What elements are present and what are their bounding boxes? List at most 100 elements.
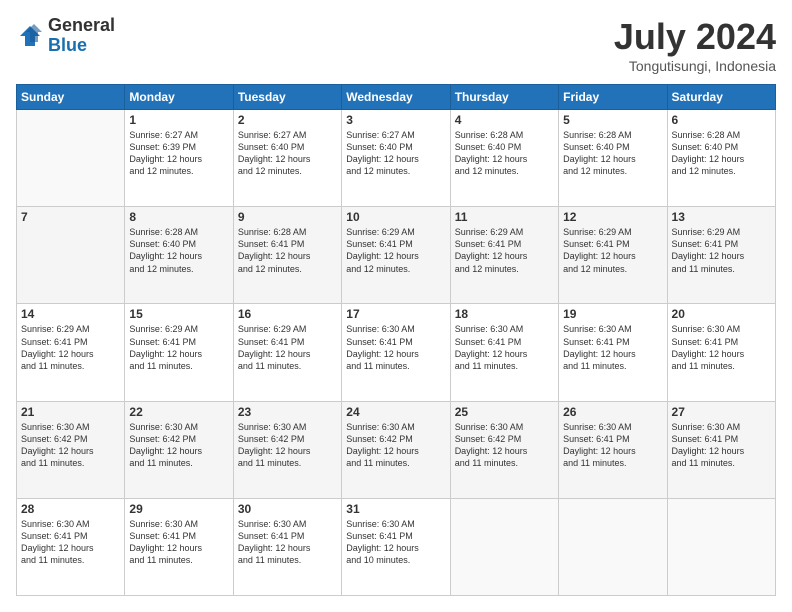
- calendar-cell: 25Sunrise: 6:30 AM Sunset: 6:42 PM Dayli…: [450, 401, 558, 498]
- calendar-cell: 29Sunrise: 6:30 AM Sunset: 6:41 PM Dayli…: [125, 498, 233, 595]
- day-info: Sunrise: 6:30 AM Sunset: 6:41 PM Dayligh…: [672, 421, 771, 470]
- calendar-cell: 21 Sunrise: 6:30 AM Sunset: 6:42 PM Dayli…: [17, 401, 125, 498]
- day-number: 16: [238, 307, 337, 321]
- calendar-cell: 16 Sunrise: 6:29 AM Sunset: 6:41 PM Dayli…: [233, 304, 341, 401]
- calendar-cell: 7: [17, 207, 125, 304]
- calendar-cell: 6 Sunrise: 6:28 AM Sunset: 6:40 PM Daylig…: [667, 110, 775, 207]
- day-number: 1: [129, 113, 228, 127]
- day-info: Sunrise: 6:28 AM Sunset: 6:40 PM Dayligh…: [455, 129, 554, 178]
- day-info: Sunrise: 6:29 AM Sunset: 6:41 PM Dayligh…: [21, 323, 120, 372]
- calendar-cell: 27 Sunrise: 6:30 AM Sunset: 6:41 PM Dayli…: [667, 401, 775, 498]
- calendar-cell: 30 Sunrise: 6:30 AM Sunset: 6:41 PM Dayli…: [233, 498, 341, 595]
- calendar-cell: 2 Sunrise: 6:27 AM Sunset: 6:40 PM Daylig…: [233, 110, 341, 207]
- day-info: Sunrise: 6:30 AM Sunset: 6:41 PM Dayligh…: [563, 421, 662, 470]
- calendar-week-row: 14 Sunrise: 6:29 AM Sunset: 6:41 PM Dayli…: [17, 304, 776, 401]
- calendar-week-row: 7 8Sunrise: 6:28 AM Sunset: 6:40 PM Dayli…: [17, 207, 776, 304]
- logo-text: General Blue: [48, 16, 115, 56]
- day-number: 7: [21, 210, 120, 224]
- day-info: Sunrise: 6:30 AM Sunset: 6:41 PM Dayligh…: [238, 518, 337, 567]
- day-number: 10: [346, 210, 445, 224]
- day-info: Sunrise: 6:30 AM Sunset: 6:41 PM Dayligh…: [346, 323, 445, 372]
- calendar-cell: [450, 498, 558, 595]
- day-info: Sunrise: 6:27 AM Sunset: 6:40 PM Dayligh…: [346, 129, 445, 178]
- logo-line1: General: [48, 16, 115, 36]
- logo: General Blue: [16, 16, 115, 56]
- day-number: 22: [129, 405, 228, 419]
- day-number: 21: [21, 405, 120, 419]
- day-info: Sunrise: 6:30 AM Sunset: 6:41 PM Dayligh…: [563, 323, 662, 372]
- calendar-cell: 5Sunrise: 6:28 AM Sunset: 6:40 PM Daylig…: [559, 110, 667, 207]
- calendar-week-row: 1 Sunrise: 6:27 AM Sunset: 6:39 PM Daylig…: [17, 110, 776, 207]
- calendar-cell: 15 Sunrise: 6:29 AM Sunset: 6:41 PM Dayli…: [125, 304, 233, 401]
- day-number: 15: [129, 307, 228, 321]
- calendar-cell: 3Sunrise: 6:27 AM Sunset: 6:40 PM Daylig…: [342, 110, 450, 207]
- header: General Blue July 2024 Tongutisungi, Ind…: [16, 16, 776, 74]
- day-number: 24: [346, 405, 445, 419]
- calendar-cell: 10 Sunrise: 6:29 AM Sunset: 6:41 PM Dayli…: [342, 207, 450, 304]
- calendar-cell: 14 Sunrise: 6:29 AM Sunset: 6:41 PM Dayli…: [17, 304, 125, 401]
- title-block: July 2024 Tongutisungi, Indonesia: [614, 16, 776, 74]
- weekday-header-monday: Monday: [125, 85, 233, 110]
- day-number: 30: [238, 502, 337, 516]
- day-number: 27: [672, 405, 771, 419]
- calendar-week-row: 28 Sunrise: 6:30 AM Sunset: 6:41 PM Dayli…: [17, 498, 776, 595]
- calendar-cell: 20Sunrise: 6:30 AM Sunset: 6:41 PM Dayli…: [667, 304, 775, 401]
- calendar-week-row: 21 Sunrise: 6:30 AM Sunset: 6:42 PM Dayli…: [17, 401, 776, 498]
- day-number: 26: [563, 405, 662, 419]
- day-number: 6: [672, 113, 771, 127]
- day-info: Sunrise: 6:30 AM Sunset: 6:41 PM Dayligh…: [21, 518, 120, 567]
- calendar-cell: 12 Sunrise: 6:29 AM Sunset: 6:41 PM Dayli…: [559, 207, 667, 304]
- calendar-cell: 22 Sunrise: 6:30 AM Sunset: 6:42 PM Dayli…: [125, 401, 233, 498]
- day-info: Sunrise: 6:29 AM Sunset: 6:41 PM Dayligh…: [672, 226, 771, 275]
- calendar-cell: 13Sunrise: 6:29 AM Sunset: 6:41 PM Dayli…: [667, 207, 775, 304]
- calendar-cell: 26 Sunrise: 6:30 AM Sunset: 6:41 PM Dayli…: [559, 401, 667, 498]
- day-number: 23: [238, 405, 337, 419]
- day-info: Sunrise: 6:30 AM Sunset: 6:41 PM Dayligh…: [346, 518, 445, 567]
- logo-line2: Blue: [48, 36, 115, 56]
- calendar-cell: 17 Sunrise: 6:30 AM Sunset: 6:41 PM Dayli…: [342, 304, 450, 401]
- day-info: Sunrise: 6:30 AM Sunset: 6:41 PM Dayligh…: [455, 323, 554, 372]
- day-number: 12: [563, 210, 662, 224]
- day-info: Sunrise: 6:29 AM Sunset: 6:41 PM Dayligh…: [346, 226, 445, 275]
- calendar-cell: 31 Sunrise: 6:30 AM Sunset: 6:41 PM Dayli…: [342, 498, 450, 595]
- calendar-cell: 9Sunrise: 6:28 AM Sunset: 6:41 PM Daylig…: [233, 207, 341, 304]
- calendar-cell: 19Sunrise: 6:30 AM Sunset: 6:41 PM Dayli…: [559, 304, 667, 401]
- day-info: Sunrise: 6:30 AM Sunset: 6:42 PM Dayligh…: [238, 421, 337, 470]
- calendar-table: SundayMondayTuesdayWednesdayThursdayFrid…: [16, 84, 776, 596]
- day-info: Sunrise: 6:28 AM Sunset: 6:40 PM Dayligh…: [129, 226, 228, 275]
- day-info: Sunrise: 6:27 AM Sunset: 6:39 PM Dayligh…: [129, 129, 228, 178]
- day-info: Sunrise: 6:28 AM Sunset: 6:40 PM Dayligh…: [672, 129, 771, 178]
- calendar-cell: 24 Sunrise: 6:30 AM Sunset: 6:42 PM Dayli…: [342, 401, 450, 498]
- day-info: Sunrise: 6:30 AM Sunset: 6:42 PM Dayligh…: [455, 421, 554, 470]
- day-info: Sunrise: 6:29 AM Sunset: 6:41 PM Dayligh…: [238, 323, 337, 372]
- day-number: 17: [346, 307, 445, 321]
- weekday-header-tuesday: Tuesday: [233, 85, 341, 110]
- day-info: Sunrise: 6:29 AM Sunset: 6:41 PM Dayligh…: [563, 226, 662, 275]
- calendar-cell: 8Sunrise: 6:28 AM Sunset: 6:40 PM Daylig…: [125, 207, 233, 304]
- month-title: July 2024: [614, 16, 776, 58]
- weekday-header-thursday: Thursday: [450, 85, 558, 110]
- page: General Blue July 2024 Tongutisungi, Ind…: [0, 0, 792, 612]
- calendar-cell: 18Sunrise: 6:30 AM Sunset: 6:41 PM Dayli…: [450, 304, 558, 401]
- day-number: 14: [21, 307, 120, 321]
- location: Tongutisungi, Indonesia: [614, 58, 776, 74]
- weekday-header-saturday: Saturday: [667, 85, 775, 110]
- day-number: 28: [21, 502, 120, 516]
- calendar-cell: [667, 498, 775, 595]
- day-info: Sunrise: 6:30 AM Sunset: 6:41 PM Dayligh…: [672, 323, 771, 372]
- day-info: Sunrise: 6:29 AM Sunset: 6:41 PM Dayligh…: [129, 323, 228, 372]
- day-number: 2: [238, 113, 337, 127]
- day-info: Sunrise: 6:30 AM Sunset: 6:42 PM Dayligh…: [346, 421, 445, 470]
- day-info: Sunrise: 6:30 AM Sunset: 6:41 PM Dayligh…: [129, 518, 228, 567]
- calendar-cell: 11Sunrise: 6:29 AM Sunset: 6:41 PM Dayli…: [450, 207, 558, 304]
- day-info: Sunrise: 6:30 AM Sunset: 6:42 PM Dayligh…: [21, 421, 120, 470]
- day-number: 5: [563, 113, 662, 127]
- day-info: Sunrise: 6:30 AM Sunset: 6:42 PM Dayligh…: [129, 421, 228, 470]
- day-number: 31: [346, 502, 445, 516]
- logo-icon: [16, 22, 44, 50]
- day-info: Sunrise: 6:28 AM Sunset: 6:41 PM Dayligh…: [238, 226, 337, 275]
- day-info: Sunrise: 6:29 AM Sunset: 6:41 PM Dayligh…: [455, 226, 554, 275]
- day-info: Sunrise: 6:27 AM Sunset: 6:40 PM Dayligh…: [238, 129, 337, 178]
- weekday-header-friday: Friday: [559, 85, 667, 110]
- calendar-cell: 4Sunrise: 6:28 AM Sunset: 6:40 PM Daylig…: [450, 110, 558, 207]
